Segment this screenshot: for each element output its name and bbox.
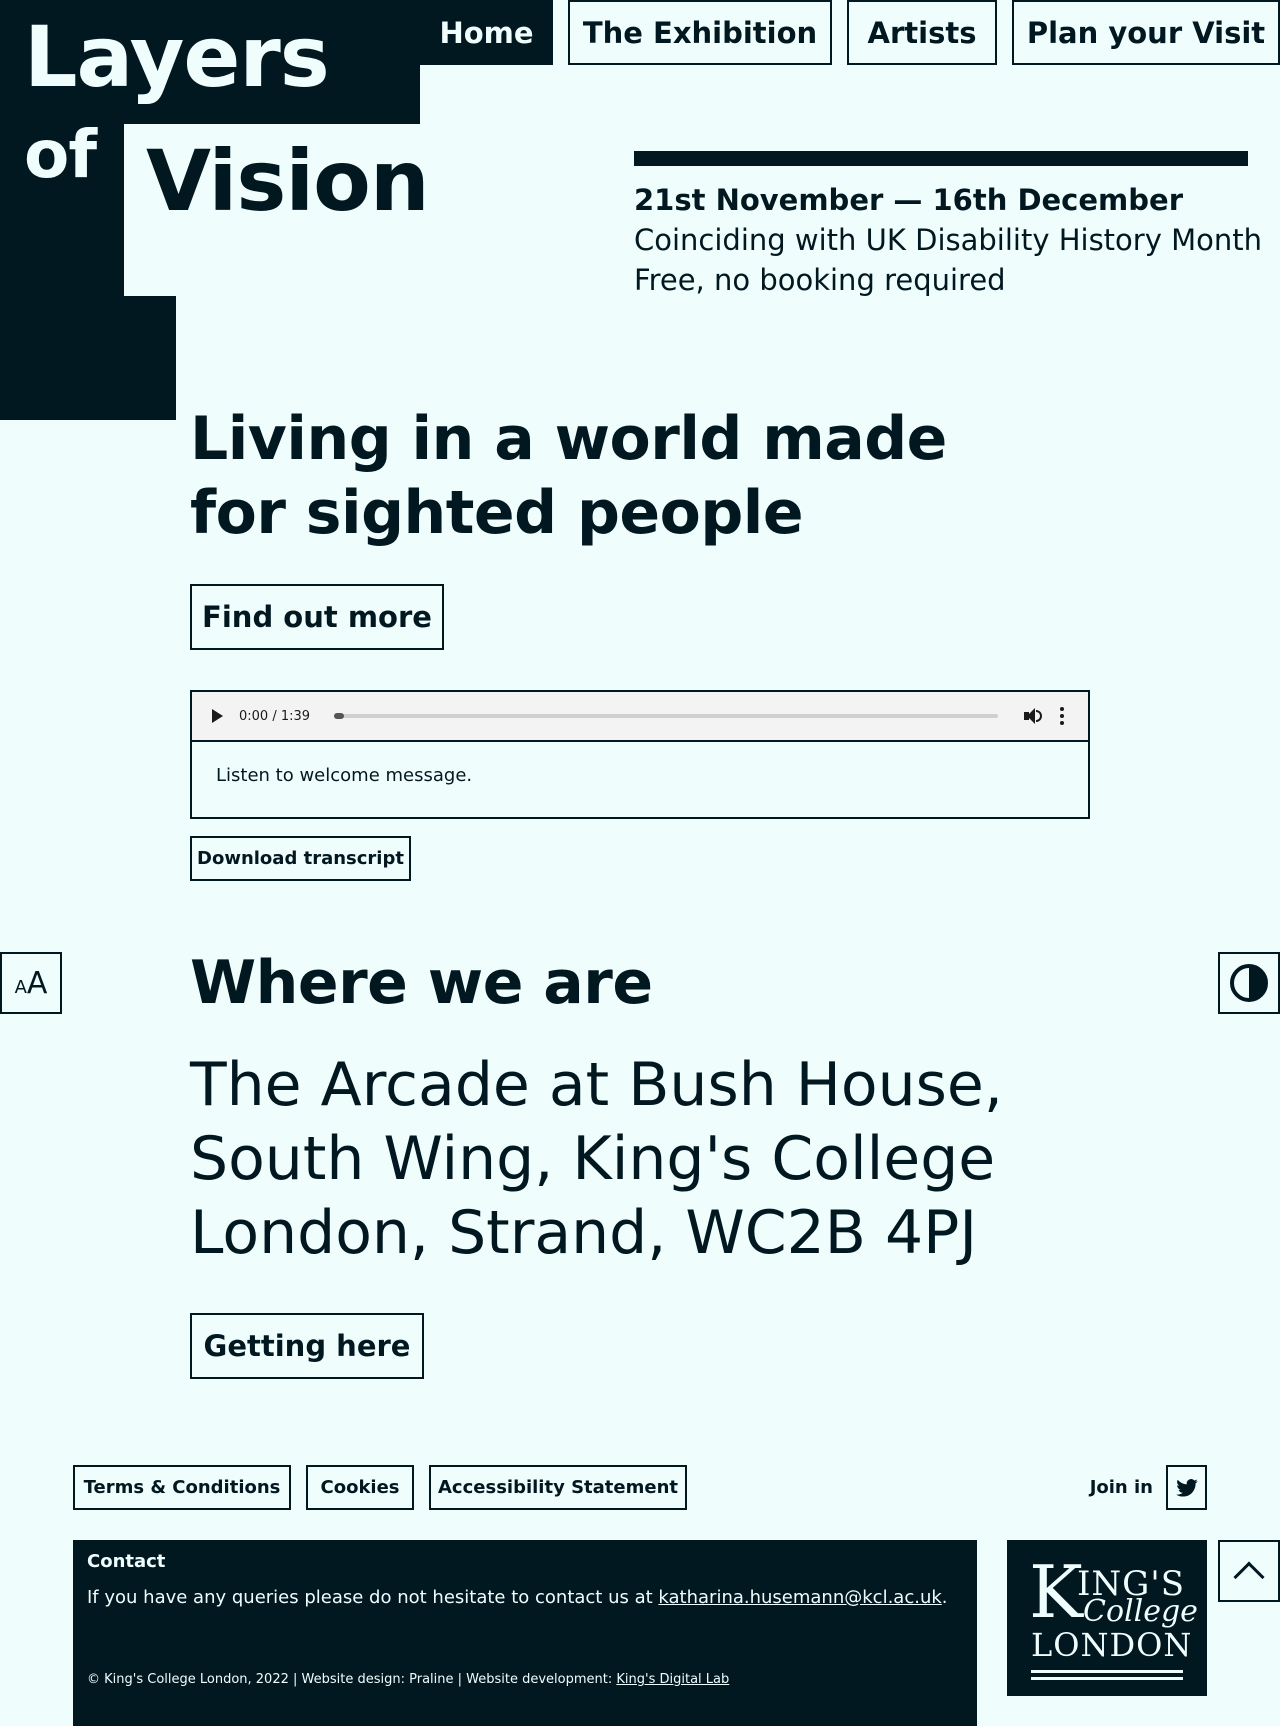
audio-seek-bar[interactable] xyxy=(334,713,998,719)
audio-time: 0:00 / 1:39 xyxy=(239,708,311,724)
kcl-logo-rule xyxy=(1031,1670,1183,1673)
contact-email-link[interactable]: katharina.husemann@kcl.ac.uk xyxy=(658,1587,941,1608)
logo-block-bottom xyxy=(0,296,176,420)
date-range: 21st November — 16th December xyxy=(634,183,1183,217)
exhibition-dates: 21st November — 16th December Coinciding… xyxy=(634,180,1264,300)
where-we-are-heading: Where we are xyxy=(190,948,653,1018)
logo-word-of[interactable]: of xyxy=(24,116,97,193)
find-out-more-button[interactable]: Find out more xyxy=(190,584,444,650)
kcl-logo-college: College xyxy=(1083,1594,1198,1629)
audio-player: 0:00 / 1:39 xyxy=(192,692,1088,742)
back-to-top-button[interactable] xyxy=(1218,1540,1280,1602)
kings-digital-lab-link[interactable]: King's Digital Lab xyxy=(616,1672,729,1687)
join-in-label: Join in xyxy=(1089,1477,1153,1498)
site-credits: © King's College London, 2022 | Website … xyxy=(87,1672,729,1687)
credits-text: © King's College London, 2022 | Website … xyxy=(87,1672,617,1687)
play-icon[interactable] xyxy=(212,709,223,723)
twitter-icon xyxy=(1175,1478,1198,1497)
date-note: Coinciding with UK Disability History Mo… xyxy=(634,223,1262,257)
accessibility-statement-link[interactable]: Accessibility Statement xyxy=(429,1465,687,1510)
more-options-icon[interactable] xyxy=(1056,707,1068,725)
contact-panel: Contact If you have any queries please d… xyxy=(73,1540,977,1726)
contact-heading: Contact xyxy=(87,1551,166,1572)
main-nav: Home The Exhibition Artists Plan your Vi… xyxy=(420,0,1280,65)
logo-word-layers[interactable]: Layers xyxy=(24,8,330,106)
footer-links: Terms & Conditions Cookies Accessibility… xyxy=(73,1465,687,1510)
audio-welcome: 0:00 / 1:39 Listen to welcome message. xyxy=(190,690,1090,819)
logo-word-vision[interactable]: Vision xyxy=(146,132,430,230)
audio-caption: Listen to welcome message. xyxy=(216,765,473,786)
text-size-button[interactable]: AA xyxy=(0,952,62,1014)
terms-conditions-link[interactable]: Terms & Conditions xyxy=(73,1465,291,1510)
cookies-link[interactable]: Cookies xyxy=(306,1465,414,1510)
venue-address: The Arcade at Bush House, South Wing, Ki… xyxy=(190,1050,1003,1268)
nav-plan-your-visit[interactable]: Plan your Visit xyxy=(1012,0,1280,65)
text-size-icon-big: A xyxy=(26,965,48,1001)
price-note: Free, no booking required xyxy=(634,263,1006,297)
nav-the-exhibition[interactable]: The Exhibition xyxy=(568,0,832,65)
contact-message: If you have any queries please do not he… xyxy=(87,1587,659,1608)
contact-period: . xyxy=(941,1587,948,1608)
twitter-button[interactable] xyxy=(1166,1465,1207,1510)
nav-home[interactable]: Home xyxy=(420,0,553,65)
contrast-icon xyxy=(1230,964,1268,1002)
contact-text: If you have any queries please do not he… xyxy=(87,1586,963,1610)
download-transcript-button[interactable]: Download transcript xyxy=(190,836,411,881)
volume-icon[interactable] xyxy=(1022,707,1042,725)
nav-artists[interactable]: Artists xyxy=(847,0,997,65)
kcl-logo-k: K xyxy=(1029,1550,1083,1634)
kcl-logo-london: LONDON xyxy=(1031,1626,1193,1664)
kcl-logo-rule xyxy=(1031,1677,1183,1680)
text-size-icon-small: A xyxy=(14,976,27,998)
contrast-toggle-button[interactable] xyxy=(1218,952,1280,1014)
hero-title: Living in a world made for sighted peopl… xyxy=(190,404,947,548)
audio-seek-progress xyxy=(334,713,345,719)
date-divider-bar xyxy=(634,151,1248,166)
getting-here-button[interactable]: Getting here xyxy=(190,1313,424,1379)
join-in: Join in xyxy=(1090,1465,1207,1510)
kings-college-london-logo[interactable]: K ING'S College LONDON xyxy=(1007,1540,1207,1696)
chevron-up-icon xyxy=(1233,1561,1265,1593)
